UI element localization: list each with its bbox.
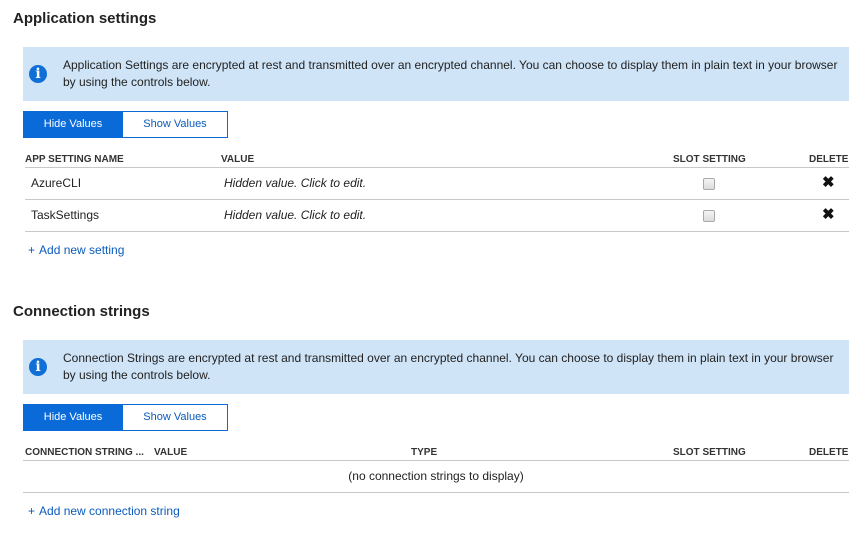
add-new-connection-string-link[interactable]: + Add new connection string: [28, 504, 180, 518]
connection-strings-title: Connection strings: [13, 303, 150, 320]
column-header-value: VALUE: [221, 154, 255, 165]
column-header-value: VALUE: [154, 447, 188, 458]
add-new-setting-label: Add new setting: [39, 243, 125, 257]
header-divider: [23, 460, 849, 461]
slot-setting-checkbox[interactable]: [703, 210, 715, 222]
info-icon: i: [29, 358, 47, 376]
connection-strings-info-banner: i Connection Strings are encrypted at re…: [23, 340, 849, 394]
setting-name[interactable]: TaskSettings: [31, 208, 99, 222]
setting-value[interactable]: Hidden value. Click to edit.: [224, 176, 366, 190]
column-header-connection-string-name: CONNECTION STRING ...: [25, 447, 144, 458]
column-header-delete: DELETE: [809, 154, 849, 165]
add-new-connection-string-label: Add new connection string: [39, 504, 180, 518]
column-header-delete: DELETE: [809, 447, 849, 458]
delete-icon[interactable]: ✖: [822, 207, 835, 223]
plus-icon: +: [28, 243, 36, 257]
info-icon: i: [29, 65, 47, 83]
delete-icon[interactable]: ✖: [822, 175, 835, 191]
column-header-app-setting-name: APP SETTING NAME: [25, 154, 124, 165]
column-header-type: TYPE: [411, 447, 438, 458]
row-divider: [25, 231, 849, 232]
slot-setting-checkbox[interactable]: [703, 178, 715, 190]
app-settings-info-banner: i Application Settings are encrypted at …: [23, 47, 849, 101]
setting-value[interactable]: Hidden value. Click to edit.: [224, 208, 366, 222]
show-values-button[interactable]: Show Values: [123, 404, 228, 431]
header-divider: [25, 167, 849, 168]
app-settings-info-text: Application Settings are encrypted at re…: [63, 58, 838, 89]
row-divider: [23, 492, 849, 493]
column-header-slot-setting: SLOT SETTING: [673, 447, 746, 458]
connection-strings-info-text: Connection Strings are encrypted at rest…: [63, 351, 834, 382]
empty-connection-strings-message: (no connection strings to display): [348, 469, 524, 483]
plus-icon: +: [28, 504, 36, 518]
show-values-button[interactable]: Show Values: [123, 111, 228, 138]
column-header-slot-setting: SLOT SETTING: [673, 154, 746, 165]
app-settings-value-toggle: Hide Values Show Values: [23, 111, 228, 138]
connection-strings-value-toggle: Hide Values Show Values: [23, 404, 228, 431]
setting-name[interactable]: AzureCLI: [31, 176, 81, 190]
add-new-setting-link[interactable]: + Add new setting: [28, 243, 124, 257]
row-divider: [25, 199, 849, 200]
hide-values-button[interactable]: Hide Values: [23, 111, 123, 138]
hide-values-button[interactable]: Hide Values: [23, 404, 123, 431]
app-settings-title: Application settings: [13, 10, 157, 27]
